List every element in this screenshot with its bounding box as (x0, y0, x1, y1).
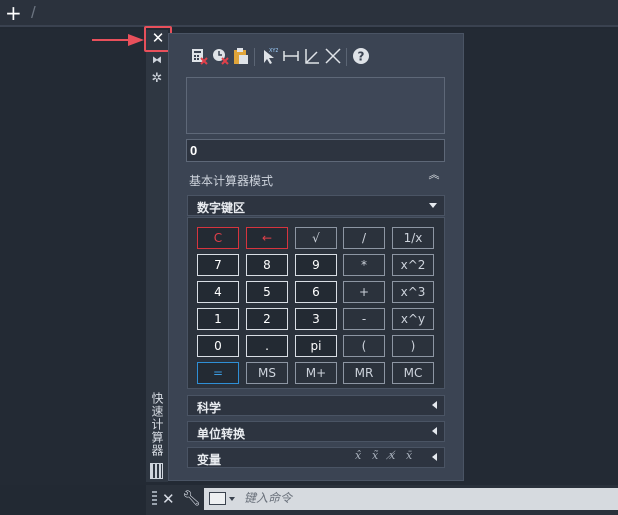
key-button[interactable]: 3 (295, 308, 337, 330)
red-arrow-icon (92, 34, 144, 46)
key-button[interactable]: * (343, 254, 385, 276)
science-section-header[interactable]: 科学 (187, 395, 445, 416)
clear-icon[interactable] (190, 46, 208, 66)
key-button[interactable]: ← (246, 227, 288, 249)
mode-label: 基本计算器模式 (189, 174, 274, 188)
command-close-icon[interactable]: ✕ (162, 490, 175, 508)
svg-text:?: ? (358, 50, 365, 64)
key-button[interactable]: 9 (295, 254, 337, 276)
chevron-left-icon (432, 401, 437, 409)
chevron-double-up-icon[interactable]: ︽ (427, 169, 441, 187)
angle-of-line-icon[interactable] (303, 46, 321, 66)
caret-down-icon[interactable] (229, 497, 235, 501)
key-button[interactable]: + (343, 281, 385, 303)
key-button[interactable]: 8 (246, 254, 288, 276)
palette-vertical-title: 快速计算器 (150, 392, 164, 457)
key-button[interactable]: MR (343, 362, 385, 384)
keypad-section-header[interactable]: 数字键区 (187, 195, 445, 216)
key-button[interactable]: M+ (295, 362, 337, 384)
key-button[interactable]: C (197, 227, 239, 249)
chevron-left-icon (432, 453, 437, 461)
variables-section-title: 变量 (197, 453, 222, 467)
key-button[interactable]: pi (295, 335, 337, 357)
wrench-icon[interactable]: 🔧︎ (182, 489, 201, 507)
key-button[interactable]: 6 (295, 281, 337, 303)
key-button[interactable]: 1 (197, 308, 239, 330)
intersection-icon[interactable] (324, 46, 342, 66)
distance-between-points-icon[interactable] (282, 46, 300, 66)
science-section-title: 科学 (197, 401, 222, 415)
new-variable-icon[interactable]: x̂ (355, 449, 361, 462)
key-button[interactable]: 0 (197, 335, 239, 357)
key-button[interactable]: 4 (197, 281, 239, 303)
keypad-section-title: 数字键区 (197, 201, 246, 215)
help-icon[interactable]: ? (352, 46, 370, 66)
edit-variable-icon[interactable]: x̃ (372, 449, 378, 462)
top-tab-strip: + / (0, 0, 618, 27)
key-button[interactable]: . (246, 335, 288, 357)
clear-history-icon[interactable] (211, 46, 229, 66)
expression-input[interactable]: 0 (186, 139, 445, 162)
key-button[interactable]: = (197, 362, 239, 384)
key-button[interactable]: - (343, 308, 385, 330)
properties-gear-icon[interactable]: ✲ (150, 72, 164, 86)
get-coordinates-icon[interactable]: XYZ (260, 46, 278, 66)
key-button[interactable]: 7 (197, 254, 239, 276)
key-button[interactable]: √ (295, 227, 337, 249)
key-button[interactable]: ( (343, 335, 385, 357)
key-button[interactable]: MC (392, 362, 434, 384)
chevron-down-icon (429, 203, 437, 208)
grip-handle[interactable] (152, 491, 157, 507)
key-button[interactable]: 5 (246, 281, 288, 303)
key-button[interactable]: MS (246, 362, 288, 384)
paste-to-commandline-icon[interactable] (232, 46, 250, 66)
history-area[interactable] (186, 77, 445, 134)
chevron-left-icon (432, 427, 437, 435)
recent-commands-icon[interactable] (209, 492, 226, 505)
units-section-title: 单位转换 (197, 427, 246, 441)
calculator-icon (150, 463, 163, 479)
calculator-variable-icon[interactable]: x̄ (406, 449, 412, 462)
key-button[interactable]: ) (392, 335, 434, 357)
key-button[interactable]: 1/x (392, 227, 434, 249)
toolbar-separator (254, 48, 255, 66)
numeric-keypad: C ← √ / 1/x 7 8 9 * x^2 4 5 6 + x^3 1 2 3- x^y 0. pi () = MS M+ M… (187, 217, 445, 389)
units-section-header[interactable]: 单位转换 (187, 421, 445, 442)
svg-text:XYZ: XYZ (269, 48, 278, 54)
key-button[interactable]: x^y (392, 308, 434, 330)
command-placeholder: 键入命令 (244, 491, 293, 505)
delete-variable-icon[interactable]: x̸ (389, 449, 395, 462)
new-tab-icon[interactable]: + (5, 2, 22, 24)
toolbar-separator (346, 48, 347, 66)
key-button[interactable]: x^2 (392, 254, 434, 276)
auto-hide-icon[interactable]: ⧓ (151, 55, 163, 67)
key-button[interactable]: x^3 (392, 281, 434, 303)
key-button[interactable]: 2 (246, 308, 288, 330)
key-button[interactable]: / (343, 227, 385, 249)
tab-separator: / (31, 3, 36, 22)
